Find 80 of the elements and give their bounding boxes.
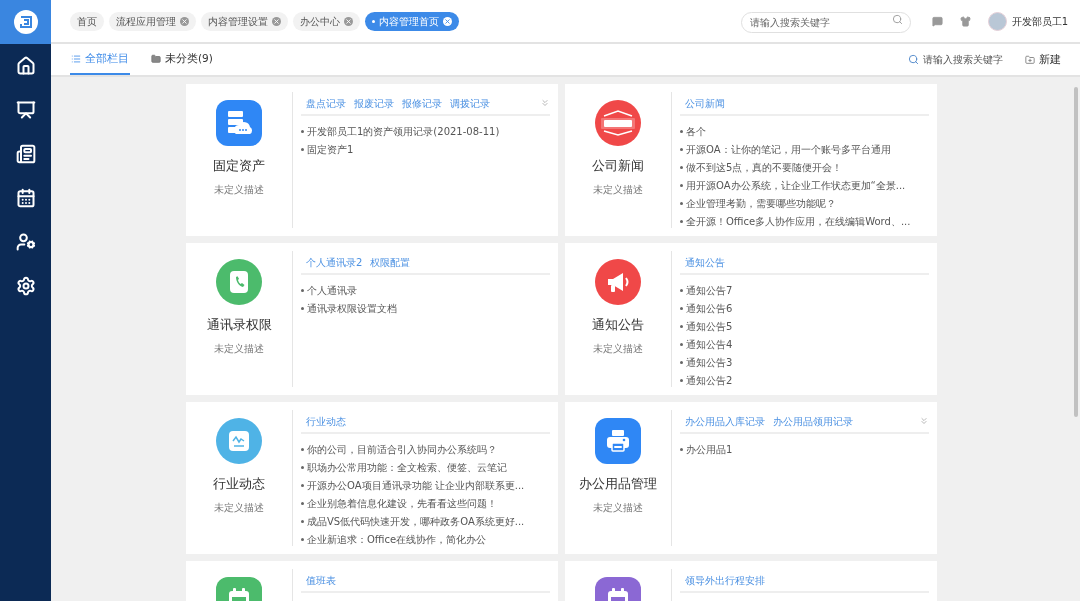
article-item[interactable]: 企业新追求：Office在线协作，简化办公: [301, 530, 550, 548]
card-title[interactable]: 固定资产: [213, 156, 265, 176]
article-item[interactable]: 开源OA：让你的笔记，用一个账号多平台通用: [680, 140, 929, 158]
user-name[interactable]: 开发部员工1: [1011, 13, 1068, 29]
article-item[interactable]: 通知公告4: [680, 335, 929, 353]
user-settings-icon[interactable]: [15, 232, 36, 252]
article-item[interactable]: 通讯录权限设置文档: [301, 299, 550, 317]
close-icon[interactable]: [180, 16, 189, 26]
search-field[interactable]: 请输入搜索关键字: [740, 12, 911, 33]
card-description: 未定义描述: [593, 500, 643, 515]
card-title[interactable]: 行业动态: [213, 474, 265, 494]
card-description: 未定义描述: [593, 182, 643, 197]
logo-icon: [13, 10, 38, 34]
article-item[interactable]: 全开源！Office多人协作应用，在线编辑Word、...: [680, 212, 929, 230]
article-item[interactable]: 企业别急着信息化建设，先看看这些问题！: [301, 494, 550, 512]
card-title[interactable]: 公司新闻: [592, 156, 644, 176]
new-button[interactable]: 新建: [1025, 44, 1061, 75]
search-icon[interactable]: [908, 54, 919, 65]
article-item[interactable]: 通知公告3: [680, 353, 929, 371]
card-description: 未定义描述: [593, 341, 643, 356]
article-item[interactable]: 你的公司，目前适合引入协同办公系统吗？: [301, 440, 550, 458]
search-field[interactable]: 请输入搜索关键字: [923, 52, 1011, 67]
article-item[interactable]: 通知公告2: [680, 371, 929, 389]
newspaper-icon[interactable]: [15, 144, 36, 164]
settings-icon[interactable]: [15, 276, 36, 296]
list-icon: [71, 53, 81, 64]
page-tab[interactable]: 内容管理设置: [201, 11, 288, 31]
article-item[interactable]: 办公用品1: [680, 440, 929, 458]
category-tab[interactable]: 未分类(9): [150, 44, 214, 75]
article-item[interactable]: 开发部员工1的资产领用记录(2021-08-11): [301, 122, 550, 140]
search-icon[interactable]: [891, 14, 903, 25]
article-item[interactable]: 做不到这5点，真的不要随便开会！: [680, 158, 929, 176]
card-description: 未定义描述: [214, 182, 264, 197]
category-link[interactable]: 办公用品入库记录: [685, 413, 765, 429]
card-title[interactable]: 通讯录权限: [206, 315, 272, 335]
article-item[interactable]: 企业管理考勤，需要哪些功能呢？: [680, 194, 929, 212]
close-icon[interactable]: [272, 16, 281, 26]
page-tab[interactable]: 办公中心: [293, 11, 360, 31]
expand-icon[interactable]: [919, 416, 929, 426]
page-tab[interactable]: 内容管理首页: [365, 11, 459, 31]
category-link[interactable]: 报修记录: [402, 95, 442, 111]
calendar-icon[interactable]: [15, 188, 36, 208]
home-icon[interactable]: [15, 56, 36, 76]
article-item[interactable]: 用开源OA办公系统，让企业工作状态更加“全景...: [680, 176, 929, 194]
category-link[interactable]: 通知公告: [685, 254, 725, 270]
card-title[interactable]: 通知公告: [592, 315, 644, 335]
close-icon[interactable]: [443, 16, 452, 26]
shirt-icon[interactable]: [959, 15, 971, 27]
article-item[interactable]: 职场办公常用功能：全文检索、便签、云笔记: [301, 458, 550, 476]
article-item[interactable]: 成品VS低代码快速开发，哪种政务OA系统更好...: [301, 512, 550, 530]
close-icon[interactable]: [344, 16, 353, 26]
category-link[interactable]: 领导外出行程安排: [685, 572, 765, 588]
category-link[interactable]: 报废记录: [354, 95, 394, 111]
category-link[interactable]: 行业动态: [306, 413, 346, 429]
article-item[interactable]: 通知公告7: [680, 281, 929, 299]
category-tab[interactable]: 全部栏目: [70, 44, 130, 75]
avatar[interactable]: [987, 11, 1007, 31]
page-tab[interactable]: 首页: [70, 11, 104, 31]
category-link[interactable]: 值班表: [306, 572, 336, 588]
category-link[interactable]: 办公用品领用记录: [773, 413, 853, 429]
article-item[interactable]: 各个: [680, 122, 929, 140]
monitor-icon[interactable]: [15, 100, 36, 120]
article-item[interactable]: 通知公告6: [680, 299, 929, 317]
article-item[interactable]: 个人通讯录: [301, 281, 550, 299]
page-tab[interactable]: 流程应用管理: [109, 11, 196, 31]
category-link[interactable]: 权限配置: [370, 254, 411, 270]
folder-icon: [151, 53, 161, 64]
article-item[interactable]: 固定资产1: [301, 140, 550, 158]
message-icon[interactable]: [931, 15, 943, 27]
category-link[interactable]: 调拨记录: [450, 95, 490, 111]
article-item[interactable]: 通知公告5: [680, 317, 929, 335]
card-title[interactable]: 办公用品管理: [579, 474, 657, 494]
expand-icon[interactable]: [540, 98, 550, 108]
folder-plus-icon: [1025, 54, 1035, 65]
category-link[interactable]: 盘点记录: [306, 95, 346, 111]
card-description: 未定义描述: [214, 500, 264, 515]
card-description: 未定义描述: [214, 341, 264, 356]
article-item[interactable]: 开源办公OA项目通讯录功能 让企业内部联系更...: [301, 476, 550, 494]
category-link[interactable]: 公司新闻: [685, 95, 725, 111]
category-link[interactable]: 个人通讯录2: [306, 254, 363, 270]
